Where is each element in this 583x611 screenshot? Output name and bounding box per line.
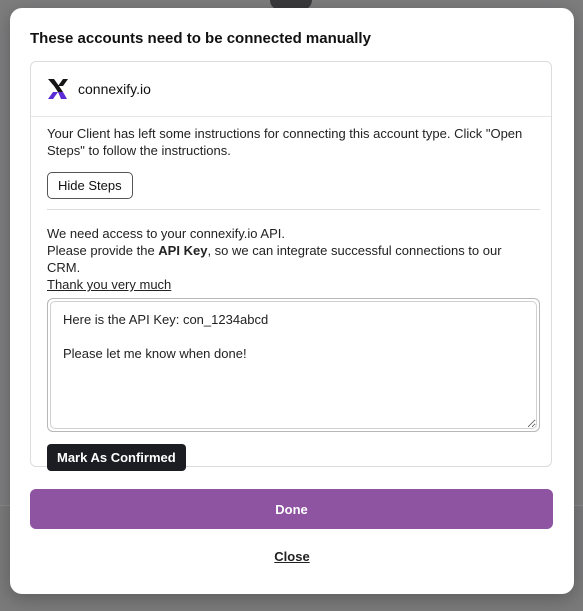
instructions-text: Your Client has left some instructions f… (47, 126, 523, 158)
modal-title: These accounts need to be connected manu… (30, 30, 371, 47)
divider (47, 209, 540, 210)
hide-steps-button[interactable]: Hide Steps (47, 172, 133, 199)
request-line-2-prefix: Please provide the (47, 243, 159, 258)
reply-field-focus-ring: Here is the API Key: con_1234abcd Please… (47, 298, 540, 432)
thank-you-link[interactable]: Thank you very much (47, 277, 171, 292)
close-link[interactable]: Close (10, 549, 574, 564)
connexify-logo-icon (48, 79, 68, 99)
connect-accounts-modal: These accounts need to be connected manu… (10, 8, 574, 594)
account-card: connexify.io Your Client has left some i… (30, 61, 552, 471)
request-line-2: Please provide the API Key, so we can in… (47, 242, 535, 276)
done-button[interactable]: Done (30, 489, 553, 529)
reply-textarea[interactable]: Here is the API Key: con_1234abcd Please… (50, 301, 537, 429)
request-text: We need access to your connexify.io API.… (47, 225, 535, 293)
account-name: connexify.io (78, 81, 151, 97)
mark-as-confirmed-button[interactable]: Mark As Confirmed (47, 444, 186, 471)
account-card-body: Your Client has left some instructions f… (31, 117, 551, 471)
api-key-emphasis: API Key (158, 243, 208, 258)
request-line-1: We need access to your connexify.io API. (47, 226, 285, 241)
account-card-header: connexify.io (31, 62, 551, 117)
